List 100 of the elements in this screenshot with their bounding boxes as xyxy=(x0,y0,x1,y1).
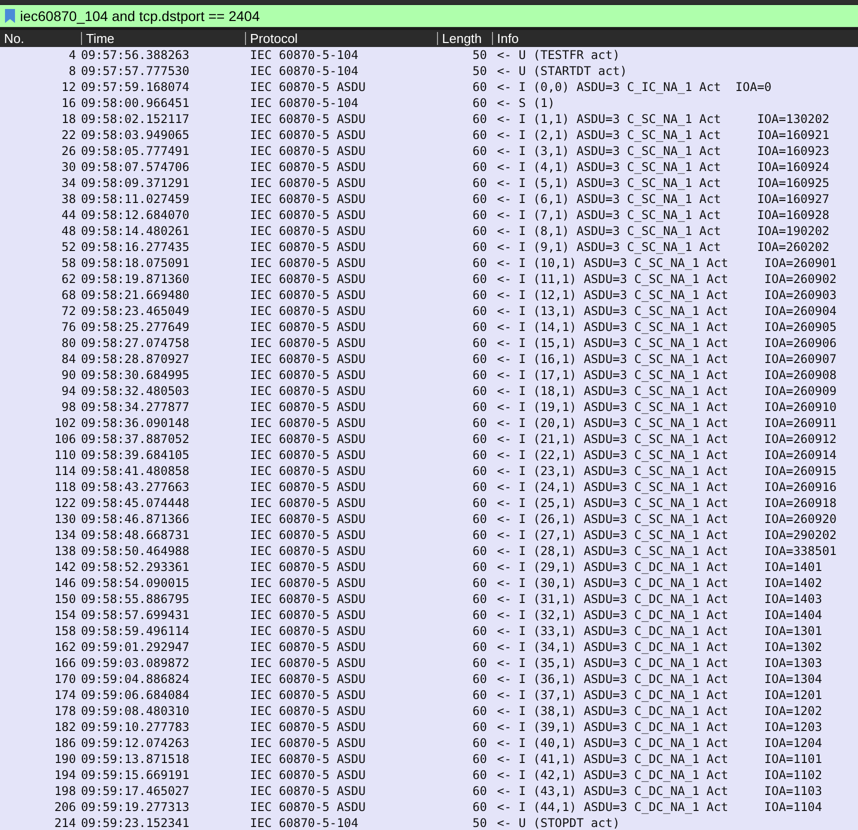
table-cell-text: <- I (6,1) ASDU=3 C_SC_NA_1 Act IOA=160927 xyxy=(496,191,830,207)
table-cell-text: 12 xyxy=(60,79,77,95)
table-cell-text: 60 xyxy=(472,383,488,399)
table-cell-text: 09:58:11.027459 xyxy=(81,191,190,207)
table-cell-text: IEC 60870-5 ASDU xyxy=(249,623,367,639)
table-cell-text: <- I (13,1) ASDU=3 C_SC_NA_1 Act IOA=260904 xyxy=(496,303,838,319)
table-cell-text: 50 xyxy=(472,47,488,63)
table-cell-text: 60 xyxy=(472,95,488,111)
table-cell-text: 09:59:19.277313 xyxy=(81,799,190,815)
table-cell-text: 09:58:23.465049 xyxy=(81,303,190,319)
table-cell-text: IEC 60870-5 ASDU xyxy=(249,591,367,607)
table-cell-text: 60 xyxy=(472,191,488,207)
table-cell-text: 18 xyxy=(60,111,77,127)
table-cell-text: 09:58:45.074448 xyxy=(81,495,190,511)
table-cell-text: 09:59:04.886824 xyxy=(81,671,190,687)
table-cell-text: IEC 60870-5 ASDU xyxy=(249,255,367,271)
table-cell-text: <- I (43,1) ASDU=3 C_DC_NA_1 Act IOA=1103 xyxy=(496,783,824,799)
table-cell-text: IEC 60870-5 ASDU xyxy=(249,639,367,655)
table-cell-text: IEC 60870-5 ASDU xyxy=(249,303,367,319)
table-cell-text: 60 xyxy=(472,799,488,815)
table-cell-text: 138 xyxy=(53,543,77,559)
table-cell-text: 60 xyxy=(472,143,488,159)
filter-field[interactable]: iec60870_104 and tcp.dstport == 2404 xyxy=(0,4,858,28)
table-cell-text: 60 xyxy=(472,639,488,655)
table-cell-text: 90 xyxy=(60,367,77,383)
table-cell-text: 09:58:34.277877 xyxy=(81,399,190,415)
table-cell-text: <- I (18,1) ASDU=3 C_SC_NA_1 Act IOA=260909 xyxy=(496,383,838,399)
table-cell-text: 118 xyxy=(53,479,77,495)
table-cell-text: 60 xyxy=(472,703,488,719)
table-cell-text: IEC 60870-5 ASDU xyxy=(249,431,367,447)
table-cell-text: 94 xyxy=(60,383,77,399)
table-cell-text: 09:58:03.949065 xyxy=(81,127,190,143)
table-cell-text: IEC 60870-5 ASDU xyxy=(249,463,367,479)
table-cell-text: <- I (44,1) ASDU=3 C_DC_NA_1 Act IOA=1104 xyxy=(496,799,824,815)
table-cell-text: 60 xyxy=(472,495,488,511)
table-cell-text: 09:59:03.089872 xyxy=(81,655,190,671)
table-cell-text: 09:58:52.293361 xyxy=(81,559,190,575)
table-cell-text: 60 xyxy=(472,735,488,751)
table-cell-text: 190 xyxy=(53,751,77,767)
table-cell-text: IEC 60870-5 ASDU xyxy=(249,239,367,255)
table-cell-text: IEC 60870-5 ASDU xyxy=(249,367,367,383)
column-header[interactable]: No. xyxy=(0,31,81,46)
table-cell-text: IEC 60870-5 ASDU xyxy=(249,751,367,767)
table-cell-text: <- I (4,1) ASDU=3 C_SC_NA_1 Act IOA=160924 xyxy=(496,159,830,175)
column-header[interactable]: Protocol xyxy=(245,32,437,45)
table-cell-text: 60 xyxy=(472,111,488,127)
column-header[interactable]: Info xyxy=(492,32,858,45)
table-cell-text: 09:59:15.669191 xyxy=(81,767,190,783)
table-cell-text: 60 xyxy=(472,431,488,447)
table-cell-text: <- I (41,1) ASDU=3 C_DC_NA_1 Act IOA=1101 xyxy=(496,751,824,767)
table-cell-text: <- I (7,1) ASDU=3 C_SC_NA_1 Act IOA=160928 xyxy=(496,207,830,223)
table-cell-text: 150 xyxy=(53,591,77,607)
table-cell-text: 162 xyxy=(53,639,77,655)
table-cell-text: 16 xyxy=(60,95,77,111)
table-cell-text: 44 xyxy=(60,207,77,223)
table-cell-text: 60 xyxy=(472,271,488,287)
table-cell-text: IEC 60870-5 ASDU xyxy=(249,111,367,127)
table-cell-text: 130 xyxy=(53,511,77,527)
table-cell-text: 09:59:17.465027 xyxy=(81,783,190,799)
table-cell-text: 22 xyxy=(60,127,77,143)
table-cell-text: 09:58:36.090148 xyxy=(81,415,190,431)
table-cell-text: IEC 60870-5-104 xyxy=(249,815,360,830)
table-cell-text: 60 xyxy=(472,607,488,623)
table-cell-text: 142 xyxy=(53,559,77,575)
table-cell-text: <- I (37,1) ASDU=3 C_DC_NA_1 Act IOA=1201 xyxy=(496,687,824,703)
table-cell-text: 60 xyxy=(472,463,488,479)
table-cell-text: 60 xyxy=(472,671,488,687)
table-cell-text: IEC 60870-5 ASDU xyxy=(249,527,367,543)
table-cell-text: <- I (9,1) ASDU=3 C_SC_NA_1 Act IOA=260202 xyxy=(496,239,830,255)
table-cell-text: 09:57:59.168074 xyxy=(81,79,190,95)
table-cell-text: <- I (2,1) ASDU=3 C_SC_NA_1 Act IOA=160921 xyxy=(496,127,830,143)
table-cell-text: <- I (11,1) ASDU=3 C_SC_NA_1 Act IOA=260902 xyxy=(496,271,838,287)
table-cell-text: <- I (29,1) ASDU=3 C_DC_NA_1 Act IOA=1401 xyxy=(496,559,824,575)
table-cell-text: 60 xyxy=(472,575,488,591)
table-cell-text: 146 xyxy=(53,575,77,591)
table-cell-text: 09:57:57.777530 xyxy=(81,63,190,79)
table-cell-text: <- I (38,1) ASDU=3 C_DC_NA_1 Act IOA=1202 xyxy=(496,703,824,719)
column-header[interactable]: Length xyxy=(437,32,492,45)
bookmark-icon[interactable] xyxy=(4,8,16,24)
table-cell-text: 84 xyxy=(60,351,77,367)
table-cell-text: 60 xyxy=(472,623,488,639)
table-cell-text: <- I (16,1) ASDU=3 C_SC_NA_1 Act IOA=260907 xyxy=(496,351,838,367)
table-cell-text: <- U (TESTFR act) xyxy=(496,47,621,63)
table-cell-text: <- I (8,1) ASDU=3 C_SC_NA_1 Act IOA=190202 xyxy=(496,223,830,239)
table-cell-text: IEC 60870-5 ASDU xyxy=(249,687,367,703)
table-cell-text: 09:59:06.684084 xyxy=(81,687,190,703)
column-header[interactable]: Time xyxy=(81,32,245,45)
table-cell-text: IEC 60870-5 ASDU xyxy=(249,159,367,175)
table-cell-text: 198 xyxy=(53,783,77,799)
table-cell-text: IEC 60870-5 ASDU xyxy=(249,543,367,559)
table-cell-text: 102 xyxy=(53,415,77,431)
table-cell-text: IEC 60870-5 ASDU xyxy=(249,223,367,239)
table-cell-text: IEC 60870-5 ASDU xyxy=(249,415,367,431)
table-cell-text: 50 xyxy=(472,63,488,79)
table-cell-text: IEC 60870-5 ASDU xyxy=(249,479,367,495)
table-cell-text: IEC 60870-5 ASDU xyxy=(249,703,367,719)
table-cell-text: IEC 60870-5 ASDU xyxy=(249,143,367,159)
table-cell-text: 50 xyxy=(472,815,488,830)
table-cell-text: <- I (10,1) ASDU=3 C_SC_NA_1 Act IOA=260901 xyxy=(496,255,838,271)
table-cell-text: 09:59:12.074263 xyxy=(81,735,190,751)
